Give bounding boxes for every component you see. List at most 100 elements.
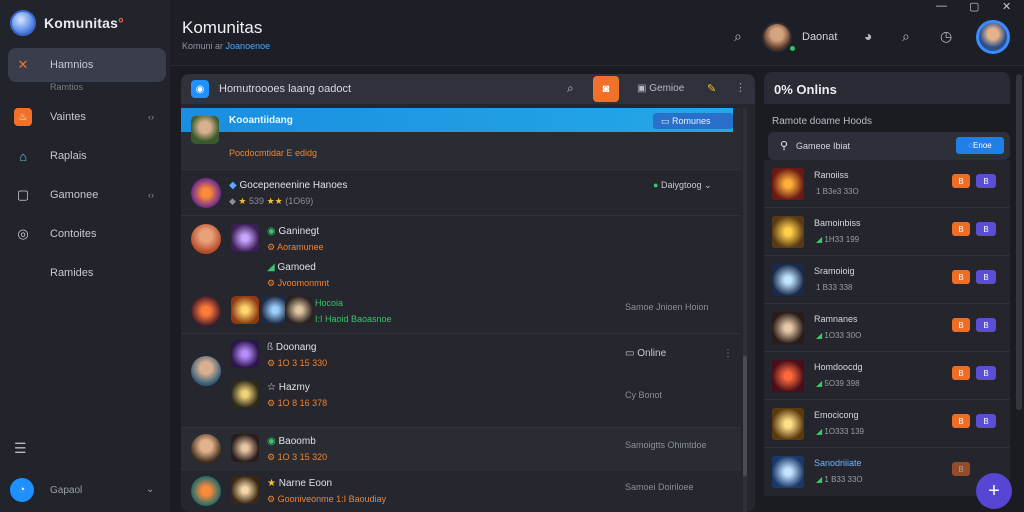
online-row-badge[interactable]: B bbox=[976, 270, 996, 284]
post-thumbnail[interactable] bbox=[285, 296, 313, 324]
footer-label[interactable]: Gapaol bbox=[50, 485, 82, 496]
post-avatar[interactable] bbox=[191, 178, 221, 208]
post-thumbnail[interactable] bbox=[231, 380, 259, 408]
online-row-badge[interactable]: B bbox=[952, 174, 970, 188]
post-thumbnail[interactable] bbox=[231, 434, 259, 462]
post-status[interactable]: ▭ Online bbox=[625, 348, 666, 359]
feed-toolbar-label[interactable]: ▣ Gemioe bbox=[637, 83, 684, 94]
online-row-badge[interactable]: B bbox=[952, 222, 970, 236]
feed-post[interactable]: ★ Narne Eoon ⚙ Gooniveonme 1:I Baoudiay … bbox=[181, 470, 741, 512]
chevron-icon: ‹› bbox=[148, 112, 154, 122]
online-thumbnail bbox=[772, 216, 804, 248]
post-thumbnail[interactable] bbox=[231, 224, 259, 252]
clock-icon[interactable]: ◷ bbox=[940, 28, 952, 45]
online-thumbnail bbox=[772, 312, 804, 344]
post-sub: ⚙ Aoramunee bbox=[267, 242, 324, 252]
online-section-label: Ramote doame Hoods bbox=[772, 116, 873, 127]
minimize-icon[interactable]: — bbox=[936, 0, 947, 12]
post-thumbnail[interactable] bbox=[231, 476, 259, 504]
close-icon[interactable]: ✕ bbox=[1002, 0, 1011, 13]
online-row-meta: 1 B33 338 bbox=[816, 283, 853, 292]
online-thumbnail bbox=[772, 264, 804, 296]
sidebar-item-vaintes[interactable]: ♨ Vaintes ‹› bbox=[8, 100, 166, 134]
banner-title: Kooantiidang bbox=[229, 115, 293, 126]
online-row-meta: ◢ 1O33 30O bbox=[816, 331, 862, 340]
online-search-button[interactable]: ◌ Enoe bbox=[956, 137, 1004, 154]
more-icon[interactable]: ⋮ bbox=[735, 81, 746, 94]
sidebar-item-gamonee[interactable]: ▢ Gamonee ‹› bbox=[8, 178, 166, 212]
post-thumbnail[interactable] bbox=[231, 340, 259, 368]
search-icon[interactable]: ⌕ bbox=[734, 28, 742, 45]
post-avatar[interactable] bbox=[191, 116, 219, 144]
sidebar-item-raplais[interactable]: ⌂ Raplais bbox=[8, 139, 166, 173]
post-avatar[interactable] bbox=[191, 356, 221, 386]
online-row-badge[interactable]: B bbox=[952, 414, 970, 428]
sidebar-item-hamnios[interactable]: ✕ Hamnios bbox=[8, 48, 166, 82]
online-row-name: Ranoiiss bbox=[814, 170, 849, 180]
home-icon: ⌂ bbox=[19, 148, 27, 164]
x-icon: ✕ bbox=[17, 57, 29, 72]
online-row-badge[interactable]: B bbox=[952, 270, 970, 284]
post-avatar[interactable] bbox=[191, 224, 221, 254]
online-row[interactable]: Bamoinbiss ◢ 1H33 199 B B bbox=[764, 208, 1010, 256]
post-rating: ◆ ★ 539 ★★ (1O69) bbox=[229, 196, 314, 206]
online-row[interactable]: Homdoocdg ◢ 5O39 398 B B bbox=[764, 352, 1010, 400]
sidebar-item-ramides[interactable]: Ramides bbox=[8, 256, 166, 290]
feed-search-field[interactable]: Homutroooes laang oadoct bbox=[219, 83, 351, 95]
add-button[interactable]: + bbox=[976, 473, 1012, 509]
online-search-text[interactable]: Gameoe Ibiat bbox=[796, 141, 850, 151]
online-row-badge[interactable]: B bbox=[952, 318, 970, 332]
more-icon[interactable]: ⋮ bbox=[723, 348, 733, 359]
post-right-text: Samoigtts Ohimtdoe bbox=[625, 440, 707, 450]
post-tag[interactable]: ● Daiygtoog ⌄ bbox=[653, 180, 712, 191]
chevron-down-icon[interactable]: ⌄ bbox=[146, 484, 154, 495]
lightbulb-icon[interactable]: ✎ bbox=[707, 82, 716, 95]
brand[interactable]: Komunitas° bbox=[10, 10, 124, 36]
feed-post[interactable]: ◉ Baoomb ⚙ 1O 3 15 320 Samoigtts Ohimtdo… bbox=[181, 428, 741, 470]
feed-post[interactable]: ◉ Ganinegt ⚙ Aoramunee ◢ Gamoed ⚙ Jvoomo… bbox=[181, 216, 741, 334]
online-row[interactable]: Emocicong ◢ 1O333 139 B B bbox=[764, 400, 1010, 448]
post-thumbnail[interactable] bbox=[231, 296, 259, 324]
feed-scroll-thumb[interactable] bbox=[743, 356, 747, 476]
feed-panel: ◉ Homutroooes laang oadoct ⌕ ◙ ▣ Gemioe … bbox=[181, 74, 755, 512]
online-row-badge[interactable]: B bbox=[976, 174, 996, 188]
online-row-badge[interactable]: B bbox=[952, 366, 970, 380]
online-row[interactable]: Sramoioig 1 B33 338 B B bbox=[764, 256, 1010, 304]
banner-button[interactable]: ▭ Romunes bbox=[653, 113, 733, 129]
post-avatar[interactable] bbox=[191, 476, 221, 506]
feed-post[interactable]: Kooantiidang ▭ Romunes Pocdocmtidar E ed… bbox=[181, 108, 741, 170]
online-row-badge[interactable]: B bbox=[976, 318, 996, 332]
sidebar-item-contoites[interactable]: ◎ Contoites bbox=[8, 217, 166, 251]
feed-logo-icon: ◉ bbox=[191, 80, 209, 98]
online-row-badge[interactable]: B bbox=[976, 222, 996, 236]
square-icon: ▢ bbox=[16, 187, 30, 202]
bell-icon[interactable]: ◕ bbox=[864, 28, 872, 44]
search-icon[interactable]: ⌕ bbox=[567, 81, 574, 96]
online-thumbnail bbox=[772, 168, 804, 200]
online-search[interactable]: ⚲ Gameoe Ibiat ◌ Enoe bbox=[768, 132, 1010, 160]
online-row-name: Emocicong bbox=[814, 410, 859, 420]
user-name[interactable]: Daonat bbox=[802, 31, 837, 43]
feed-post[interactable]: ◆ Gocepeneenine Hanoes ◆ ★ 539 ★★ (1O69)… bbox=[181, 170, 741, 216]
filter-button[interactable]: ◙ bbox=[593, 76, 619, 102]
rocket-icon: ⚲ bbox=[780, 140, 789, 152]
layers-icon[interactable]: ☰ bbox=[14, 440, 27, 457]
post-avatar[interactable] bbox=[191, 434, 221, 464]
online-row-badge[interactable]: B bbox=[952, 462, 970, 476]
window-scrollbar[interactable] bbox=[1016, 74, 1022, 410]
post-green-label: Hocoia bbox=[315, 298, 344, 308]
online-panel: 0% Onlins Ramote doame Hoods ⚲ Gameoe Ib… bbox=[764, 72, 1010, 512]
online-row-meta: ◢ 1H33 199 bbox=[816, 235, 860, 244]
online-row-meta: 1 B3e3 33O bbox=[816, 187, 859, 196]
feed-post[interactable]: ß Doonang ⚙ 1O 3 15 330 ☆ Hazmy ⚙ 1O 8 1… bbox=[181, 334, 741, 428]
search-icon[interactable]: ⌕ bbox=[902, 28, 910, 45]
post-avatar[interactable] bbox=[191, 296, 221, 326]
profile-avatar[interactable] bbox=[976, 20, 1010, 54]
online-row[interactable]: Ranoiiss 1 B3e3 33O B B bbox=[764, 160, 1010, 208]
online-row[interactable]: Ramnanes ◢ 1O33 30O B B bbox=[764, 304, 1010, 352]
maximize-icon[interactable]: ▢ bbox=[969, 0, 979, 13]
footer-avatar-icon[interactable]: ◔ bbox=[10, 478, 34, 502]
online-row[interactable]: Sanodriiiate ◢ 1 B33 33O B bbox=[764, 448, 1010, 496]
online-row-badge[interactable]: B bbox=[976, 366, 996, 380]
online-row-badge[interactable]: B bbox=[976, 414, 996, 428]
